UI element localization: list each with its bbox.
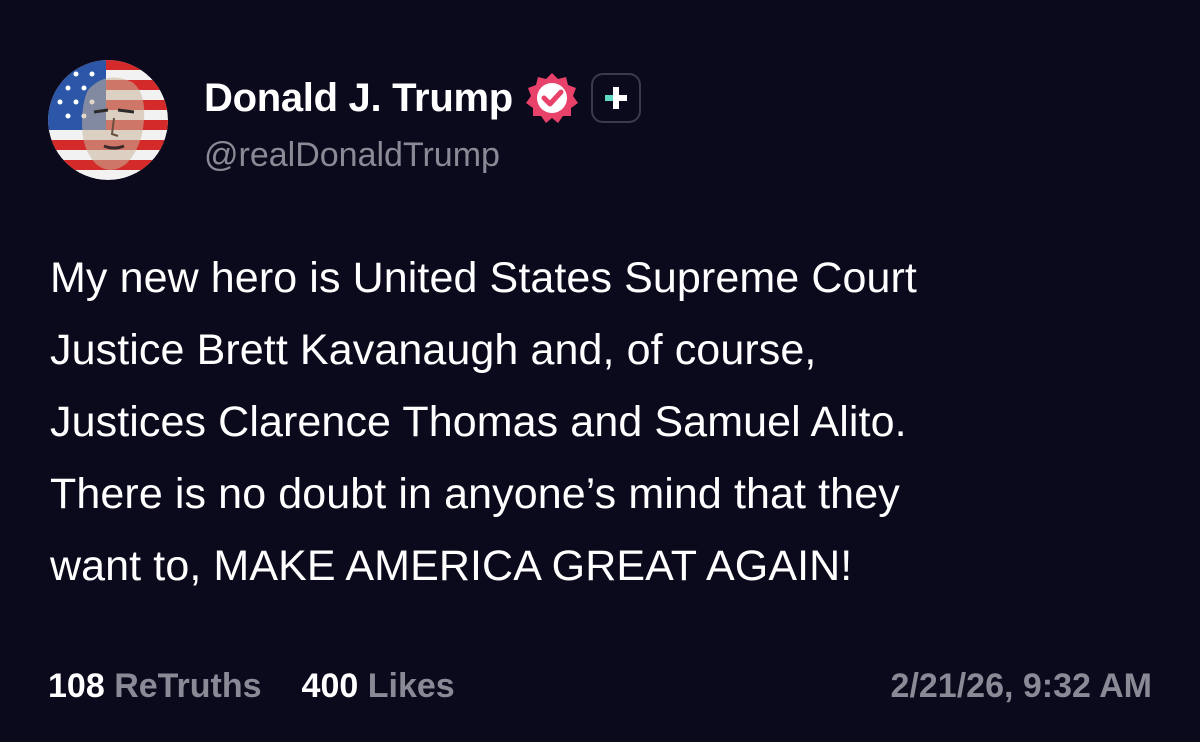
likes-count: 400 bbox=[301, 666, 359, 705]
post-body-line: There is no doubt in anyone’s mind that … bbox=[50, 470, 900, 518]
retruths-label: ReTruths bbox=[114, 666, 262, 705]
likes-stat[interactable]: 400 Likes bbox=[302, 667, 455, 706]
post-footer: 108 ReTruths 400 Likes 2/21/26, 9:32 AM bbox=[48, 662, 1152, 710]
author-display-name[interactable]: Donald J. Trump bbox=[204, 76, 513, 121]
avatar-flag-portrait-icon bbox=[48, 60, 168, 180]
post-card: Donald J. Trump @realDonaldTrump My new … bbox=[0, 0, 1200, 742]
likes-label: Likes bbox=[367, 666, 455, 705]
avatar[interactable] bbox=[48, 60, 168, 180]
author-handle[interactable]: @realDonaldTrump bbox=[204, 136, 500, 175]
post-body: My new hero is United States Supreme Cou… bbox=[50, 242, 1170, 602]
plus-icon bbox=[604, 87, 627, 109]
retruths-stat[interactable]: 108 ReTruths bbox=[48, 667, 262, 706]
post-timestamp[interactable]: 2/21/26, 9:32 AM bbox=[891, 667, 1152, 706]
retruths-count: 108 bbox=[48, 666, 105, 705]
post-body-line: want to, MAKE AMERICA GREAT AGAIN! bbox=[50, 542, 853, 590]
verified-badge-icon bbox=[525, 71, 579, 125]
post-body-line: Justice Brett Kavanaugh and, of course, bbox=[50, 326, 817, 374]
post-body-line: Justices Clarence Thomas and Samuel Alit… bbox=[50, 398, 907, 446]
author-name-row: Donald J. Trump bbox=[204, 70, 641, 126]
post-body-line: My new hero is United States Supreme Cou… bbox=[50, 254, 917, 302]
plus-badge-icon[interactable] bbox=[590, 73, 641, 123]
